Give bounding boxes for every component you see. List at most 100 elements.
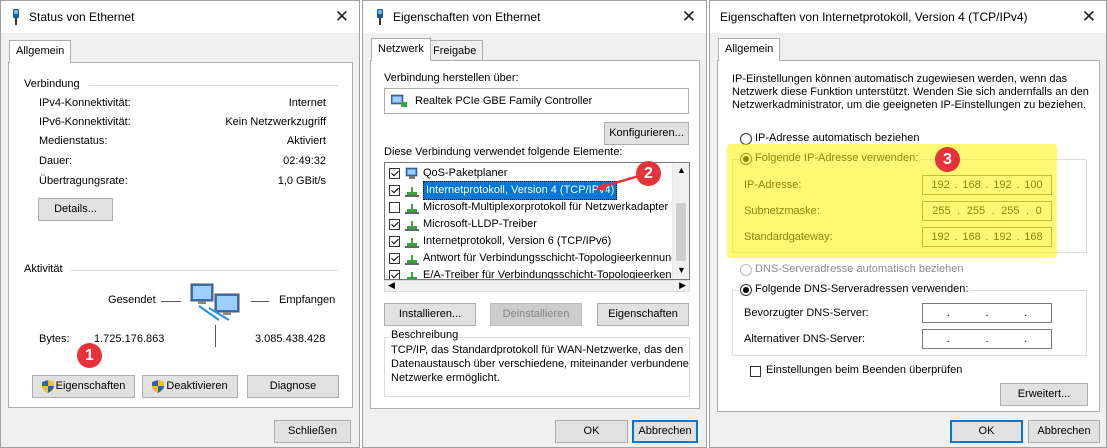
- gateway-field[interactable]: 192. 168. 192. 168: [922, 227, 1052, 247]
- ip-dot: .: [985, 333, 989, 345]
- sent-label: Gesendet: [108, 294, 156, 306]
- auto-ip-label[interactable]: IP-Adresse automatisch beziehen: [755, 132, 919, 144]
- network-plug-icon: [13, 9, 19, 25]
- close-button[interactable]: Schließen: [274, 420, 351, 443]
- checkbox[interactable]: [389, 219, 400, 230]
- dialog-title: Status von Ethernet: [29, 10, 135, 24]
- dialog-title: Eigenschaften von Ethernet: [393, 10, 541, 24]
- cancel-button[interactable]: Abbrechen: [1028, 420, 1100, 443]
- tab-sharing[interactable]: Freigabe: [426, 40, 484, 61]
- manual-ip-radio[interactable]: [740, 153, 752, 165]
- chevron-right-icon[interactable]: ▶: [679, 280, 686, 291]
- title-bar[interactable]: Eigenschaften von Ethernet ✕: [363, 1, 706, 33]
- manual-ip-label[interactable]: Folgende IP-Adresse verwenden:: [753, 152, 921, 164]
- close-icon[interactable]: ✕: [682, 7, 696, 27]
- checkbox[interactable]: [389, 253, 400, 264]
- cancel-button[interactable]: Abbrechen: [632, 420, 698, 443]
- auto-dns-radio[interactable]: [740, 264, 752, 276]
- details-button[interactable]: Details...: [38, 198, 113, 221]
- ok-button[interactable]: OK: [555, 420, 628, 443]
- vertical-scrollbar[interactable]: ▲ ▼: [672, 163, 689, 279]
- title-bar[interactable]: Eigenschaften von Internetprotokoll, Ver…: [710, 1, 1106, 33]
- ipv4-value: Internet: [288, 97, 326, 109]
- tab-network[interactable]: Netzwerk: [371, 38, 431, 61]
- description-line: Netzwerke ermöglicht.: [391, 372, 500, 384]
- protocol-icon: [405, 204, 419, 214]
- manual-dns-radio[interactable]: [740, 284, 752, 296]
- ipv4-properties-dialog: Eigenschaften von Internetprotokoll, Ver…: [709, 0, 1107, 448]
- title-bar[interactable]: Status von Ethernet ✕: [1, 1, 359, 33]
- list-item-ipv6[interactable]: Internetprotokoll, Version 6 (TCP/IPv6): [389, 233, 611, 250]
- ok-button[interactable]: OK: [950, 420, 1023, 443]
- checkbox[interactable]: [389, 168, 400, 179]
- ip-dot: .: [1024, 333, 1028, 345]
- checkbox[interactable]: [389, 270, 400, 279]
- ip-address-label: IP-Adresse:: [744, 179, 802, 191]
- intro-line: IP-Einstellungen können automatisch zuge…: [732, 73, 1068, 85]
- advanced-button[interactable]: Erweitert...: [1000, 383, 1088, 406]
- list-item-multiplexor[interactable]: Microsoft-Multiplexorprotokoll für Netzw…: [389, 199, 668, 216]
- chevron-down-icon[interactable]: ▼: [677, 265, 686, 275]
- properties-button[interactable]: Eigenschaften: [32, 375, 135, 398]
- alternate-dns-field[interactable]: ...: [922, 329, 1052, 349]
- subnet-mask-field[interactable]: 255. 255. 255. 0: [922, 201, 1052, 221]
- scrollbar-thumb[interactable]: [676, 203, 686, 261]
- auto-ip-radio[interactable]: [740, 133, 752, 145]
- tab-general[interactable]: Allgemein: [9, 40, 72, 63]
- close-icon[interactable]: ✕: [1082, 7, 1096, 27]
- media-status-label: Medienstatus:: [39, 135, 108, 147]
- list-item-lldp[interactable]: Microsoft-LLDP-Treiber: [389, 216, 537, 233]
- configure-button[interactable]: Konfigurieren...: [604, 122, 689, 145]
- divider: [71, 270, 338, 271]
- ip-octet: 192: [993, 231, 1012, 243]
- deactivate-button[interactable]: Deaktivieren: [142, 375, 238, 398]
- group-activity-label: Aktivität: [24, 263, 63, 275]
- list-item-lltd-mapper[interactable]: E/A-Treiber für Verbindungsschicht-Topol…: [389, 267, 687, 279]
- checkbox[interactable]: [389, 185, 400, 196]
- protocol-icon: [405, 255, 419, 265]
- properties-button[interactable]: Eigenschaften: [597, 303, 689, 326]
- list-item-qos[interactable]: QoS-Paketplaner: [389, 165, 507, 182]
- chevron-up-icon[interactable]: ▲: [677, 165, 686, 175]
- ip-address-field[interactable]: 192. 168. 192. 100: [922, 175, 1052, 195]
- status-ethernet-dialog: Status von Ethernet ✕ Allgemein Verbindu…: [0, 0, 360, 448]
- list-item-label: Internetprotokoll, Version 4 (TCP/IPv4): [423, 181, 618, 200]
- ipv4-label: IPv4-Konnektivität:: [39, 97, 131, 109]
- close-icon[interactable]: ✕: [335, 7, 349, 27]
- elements-label: Diese Verbindung verwendet folgende Elem…: [384, 146, 623, 158]
- alternate-dns-label: Alternativer DNS-Server:: [744, 333, 866, 345]
- step-marker-1: 1: [77, 343, 102, 368]
- divider: [215, 325, 216, 347]
- bytes-received-value: 3.085.438.428: [255, 333, 326, 345]
- duration-label: Dauer:: [39, 155, 73, 167]
- install-button[interactable]: Installieren...: [384, 303, 476, 326]
- manual-dns-label[interactable]: Folgende DNS-Serveradressen verwenden:: [753, 283, 971, 295]
- validate-checkbox[interactable]: [750, 366, 761, 377]
- chevron-left-icon[interactable]: ◀: [388, 280, 395, 291]
- intro-line: Netzwerk diese Funktion unterstützt. Wen…: [732, 86, 1089, 98]
- adapter-box: Realtek PCIe GBE Family Controller: [384, 88, 689, 114]
- ip-octet: 192: [993, 179, 1012, 191]
- validate-label[interactable]: Einstellungen beim Beenden überprüfen: [766, 364, 962, 376]
- tab-general[interactable]: Allgemein: [718, 38, 781, 61]
- auto-dns-label[interactable]: DNS-Serveradresse automatisch beziehen: [755, 263, 964, 275]
- speed-label: Übertragungsrate:: [39, 175, 128, 187]
- preferred-dns-field[interactable]: ...: [922, 303, 1052, 323]
- description-line: Datenaustausch über verschiedene, mitein…: [391, 358, 689, 370]
- general-panel: Verbindung IPv4-Konnektivität: Internet …: [8, 62, 353, 408]
- ip-dot: .: [946, 307, 950, 319]
- description-label: Beschreibung: [389, 329, 461, 341]
- bytes-label: Bytes:: [39, 333, 70, 345]
- horizontal-scrollbar[interactable]: ◀ ▶: [384, 280, 690, 292]
- list-item-ipv4[interactable]: Internetprotokoll, Version 4 (TCP/IPv4): [389, 181, 618, 200]
- uninstall-button[interactable]: Deinstallieren: [490, 303, 582, 326]
- network-adapter-icon: [391, 94, 407, 107]
- list-item-lltd-responder[interactable]: Antwort für Verbindungsschicht-Topologie…: [389, 250, 677, 267]
- shield-icon: [152, 379, 165, 393]
- dialog-title: Eigenschaften von Internetprotokoll, Ver…: [720, 10, 1028, 24]
- checkbox[interactable]: [389, 202, 400, 213]
- protocol-icon: [407, 272, 417, 279]
- ip-dot: .: [985, 307, 989, 319]
- diagnose-button[interactable]: Diagnose: [247, 375, 339, 398]
- checkbox[interactable]: [389, 236, 400, 247]
